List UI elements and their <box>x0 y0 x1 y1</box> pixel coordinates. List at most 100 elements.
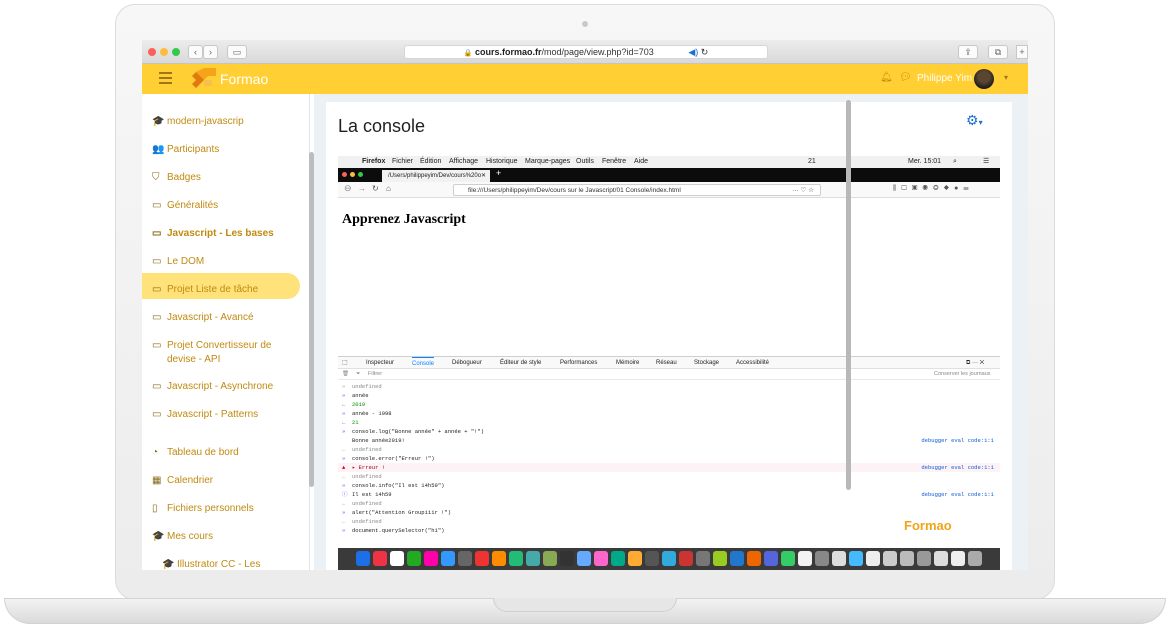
page-heading: Apprenez Javascript <box>342 212 466 227</box>
sidebar-item-label: Participants <box>167 144 220 155</box>
ff-url-text: file:///Users/philippeyim/Dev/cours sur … <box>468 187 681 194</box>
sidebar-item[interactable]: ▭ Javascript - Les bases <box>152 227 274 241</box>
devtools-tab-accessibilite: Accessibilité <box>736 360 770 366</box>
sidebar-item[interactable]: ⛉ Badges <box>152 171 201 185</box>
sidebar-item[interactable]: 👥 Participants <box>152 143 219 157</box>
dock-app-icon <box>407 551 421 566</box>
console-text: undefined <box>352 446 382 453</box>
console-prefix: ← <box>342 518 346 525</box>
new-tab-icon[interactable]: + <box>1016 45 1028 59</box>
brand-name[interactable]: Formao <box>220 71 268 87</box>
file-icon: ▯ <box>152 503 158 514</box>
sidebar-item-label: Javascript - Asynchrone <box>167 381 274 392</box>
hamburger-menu-icon[interactable] <box>159 72 172 84</box>
sidebar-item[interactable]: ▭ Projet Convertisseur de devise - API <box>152 339 272 367</box>
sidebar-item[interactable]: ◔ Tableau de bord <box>152 446 239 460</box>
console-text: alert("Attention Groupiiir !") <box>352 509 452 516</box>
users-icon: 👥 <box>152 144 165 155</box>
dock-app-icon <box>662 551 676 566</box>
console-line: ⓘ Il est 14h59 debugger eval code:1:1 <box>338 490 1000 499</box>
share-icon[interactable]: ⇪ <box>958 45 978 59</box>
devtools-tab-performances: Performances <box>560 360 598 366</box>
dock-app-icon <box>373 551 387 566</box>
ff-toolbar-icons: ⫼▢▣◉◎◆●☰ <box>893 185 974 192</box>
user-name[interactable]: Philippe Yim <box>917 73 972 84</box>
console-prefix: ← <box>342 500 346 507</box>
sidebar-item-label: Projet Liste de tâche <box>167 284 259 295</box>
ff-url-bar: file:///Users/philippeyim/Dev/cours sur … <box>453 184 821 196</box>
formao-logo-icon[interactable] <box>192 68 216 90</box>
sidebar-item-label: Mes cours <box>167 531 214 542</box>
laptop-mockup: ‹ › ▭ 🔒 cours.formao.fr/mod/page/view.ph… <box>0 0 1170 632</box>
dock-app-icon <box>611 551 625 566</box>
forward-icon[interactable]: › <box>203 45 218 59</box>
console-line: ← undefined <box>338 472 1000 481</box>
ff-home-icon: ⌂ <box>386 184 391 193</box>
console-line: » année - 1998 <box>338 409 1000 418</box>
sidebar-item[interactable]: 🎓 modern-javascrip <box>152 115 244 129</box>
console-line: » console.info("Il est 14h59") <box>338 481 1000 490</box>
dock-app-icon <box>934 551 948 566</box>
sidebar-item-label: modern-javascrip <box>167 116 244 127</box>
firefox-nav-bar: ⊖ → ↻ ⌂ file:///Users/philippeyim/Dev/co… <box>338 182 1000 198</box>
folder-icon: ▭ <box>152 228 162 239</box>
sidebar-item[interactable]: ▦ Calendrier <box>152 474 213 488</box>
main-scrollbar[interactable] <box>846 100 851 490</box>
sidebar-item[interactable]: 🎓 Mes cours <box>152 530 213 544</box>
reload-icon[interactable]: ↻ <box>701 47 709 57</box>
sidebar-item[interactable]: ▭ Javascript - Patterns <box>152 408 258 422</box>
devtools-tabs: ⬚ Inspecteur Console Débogueur Éditeur d… <box>338 356 1000 369</box>
dock-app-icon <box>713 551 727 566</box>
mac-clock: Mer. 15:01 <box>908 158 942 165</box>
sidebar-toggle-icon[interactable]: ▭ <box>227 45 247 59</box>
sidebar-item[interactable]: ▭ Généralités <box>152 199 218 213</box>
mac-dock <box>338 548 1000 570</box>
avatar[interactable] <box>974 69 994 89</box>
minimize-window-button[interactable] <box>160 48 168 56</box>
sidebar-item[interactable]: ▭ Projet Liste de tâche <box>152 283 258 297</box>
dock-app-icon <box>832 551 846 566</box>
close-window-button[interactable] <box>148 48 156 56</box>
sidebar-item-label: Généralités <box>167 200 219 211</box>
console-line: » console.error("Erreur !") <box>338 454 1000 463</box>
dock-app-icon <box>815 551 829 566</box>
dock-app-icon <box>475 551 489 566</box>
mac-menu-0: Firefox <box>362 158 386 165</box>
console-prefix: » <box>342 509 346 516</box>
search-icon: ⌕ <box>953 158 957 165</box>
sidebar-item[interactable]: ▯ Fichiers personnels <box>152 502 254 516</box>
dock-app-icon <box>900 551 914 566</box>
console-prefix: ← <box>342 473 346 480</box>
console-filter-bar: 🗑︎ ⏷ Filtrer Conserver les journaux <box>338 369 1000 380</box>
audio-icon[interactable]: ◀︎) <box>688 47 698 57</box>
console-output: » undefined » année ← 2019 » année - 1998 ← 21 » co… <box>338 380 1000 538</box>
console-text: undefined <box>352 500 382 507</box>
dock-app-icon <box>526 551 540 566</box>
messages-icon[interactable]: 💬︎ <box>899 72 912 83</box>
sidebar-item-label: Projet Convertisseur de <box>167 340 272 351</box>
battery-percent: 21 <box>808 158 816 165</box>
graduation-cap-icon: 🎓 <box>162 559 175 570</box>
zoom-window-button[interactable] <box>172 48 180 56</box>
user-menu-caret-icon[interactable]: ▾ <box>1004 73 1008 82</box>
filter-icon: ⏷ <box>356 371 361 377</box>
console-line: » alert("Attention Groupiiir !") <box>338 508 1000 517</box>
sidebar-item[interactable]: ▭ Javascript - Asynchrone <box>152 380 273 394</box>
dock-app-icon <box>492 551 506 566</box>
folder-icon: ▭ <box>152 409 162 420</box>
console-prefix: » <box>342 455 346 462</box>
back-icon[interactable]: ‹ <box>188 45 203 59</box>
console-text: undefined <box>352 383 382 390</box>
sidebar-item[interactable]: 🎓 Illustrator CC - Les <box>162 558 260 570</box>
main-content: La console ⚙▾ Firefox Fichier Édition Af… <box>314 94 1028 570</box>
dock-app-icon <box>917 551 931 566</box>
dock-app-icon <box>543 551 557 566</box>
address-bar[interactable]: 🔒 cours.formao.fr/mod/page/view.php?id=7… <box>404 45 768 59</box>
sidebar-item[interactable]: ▭ Javascript - Avancé <box>152 311 254 325</box>
dock-app-icon <box>866 551 880 566</box>
ff-close-button <box>342 172 347 177</box>
notification-bell-icon[interactable]: 🔔︎ <box>880 72 893 83</box>
tabs-overview-icon[interactable]: ⧉ <box>988 45 1008 59</box>
sidebar-item[interactable]: ▭ Le DOM <box>152 255 204 269</box>
gear-icon[interactable]: ⚙▾ <box>966 112 983 129</box>
